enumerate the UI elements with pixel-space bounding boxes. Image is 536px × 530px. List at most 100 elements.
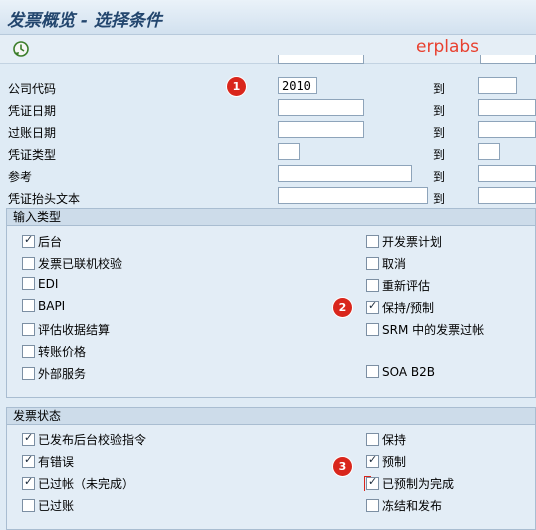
checkbox-hold-park[interactable]: 保持/预制 <box>366 299 434 315</box>
document-type-from-input[interactable] <box>278 143 300 160</box>
document-date-label: 凭证日期 <box>8 104 57 118</box>
checkbox-box[interactable] <box>22 277 35 290</box>
checkbox-box[interactable] <box>366 453 379 468</box>
checkbox-box[interactable] <box>22 453 35 468</box>
checkbox-srm-invoice-posting[interactable]: SRM 中的发票过帐 <box>366 321 484 337</box>
checkbox-external-services[interactable]: 外部服务 <box>22 365 86 381</box>
field-row-document-date: 凭证日期 到 <box>0 98 536 119</box>
annotation-badge-1: 1 <box>227 77 246 96</box>
field-row-document-type: 凭证类型 到 <box>0 142 536 163</box>
checkbox-revaluation[interactable]: 重新评估 <box>366 277 430 293</box>
checkbox-soa-b2b[interactable]: SOA B2B <box>366 365 435 381</box>
header-text-to-input[interactable] <box>478 187 536 204</box>
cut-off-field-row <box>0 55 536 65</box>
checkbox-label: 开发票计划 <box>382 235 443 249</box>
reference-from-input[interactable] <box>278 165 412 182</box>
checkbox-parked[interactable]: 预制 <box>366 453 406 469</box>
checkbox-box[interactable] <box>22 323 35 336</box>
checkbox-label: 外部服务 <box>38 367 87 381</box>
checkbox-online-verified[interactable]: 发票已联机校验 <box>22 255 122 271</box>
checkbox-label: 已过账 <box>38 499 75 513</box>
field-row-reference: 参考 到 <box>0 164 536 185</box>
checkbox-label: 已预制为完成 <box>382 477 455 491</box>
checkbox-transfer-price[interactable]: 转账价格 <box>22 343 86 359</box>
company-code-to-input[interactable] <box>478 77 517 94</box>
checkbox-label: 评估收据结算 <box>38 323 111 337</box>
checkbox-box[interactable] <box>366 365 379 378</box>
cut-off-from-input[interactable] <box>278 55 364 64</box>
invoice-status-header: 发票状态 <box>7 408 535 425</box>
checkbox-blocked-and-released[interactable]: 冻结和发布 <box>366 497 442 513</box>
annotation-badge-2: 2 <box>333 298 352 317</box>
annotation-badge-3: 3 <box>333 457 352 476</box>
header-text-label: 凭证抬头文本 <box>8 192 81 206</box>
watermark-text: erplabs <box>416 37 480 57</box>
field-row-posting-date: 过账日期 到 <box>0 120 536 141</box>
checkbox-box[interactable] <box>366 323 379 336</box>
invoice-status-group: 发票状态 <box>6 407 536 530</box>
checkbox-label: 冻结和发布 <box>382 499 443 513</box>
field-row-company-code: 公司代码 2010 到 <box>0 76 536 97</box>
reference-to-input[interactable] <box>478 165 536 182</box>
document-date-from-input[interactable] <box>278 99 364 116</box>
checkbox-edi[interactable]: EDI <box>22 277 58 293</box>
checkbox-released-for-verification[interactable]: 已发布后台校验指令 <box>22 431 146 447</box>
company-code-from-input[interactable]: 2010 <box>278 77 317 94</box>
checkbox-parked-complete[interactable]: 已预制为完成 <box>366 475 454 491</box>
checkbox-box[interactable] <box>366 279 379 292</box>
checkbox-posted[interactable]: 已过账 <box>22 497 74 513</box>
document-type-label: 凭证类型 <box>8 148 57 162</box>
checkbox-box[interactable] <box>22 233 35 248</box>
checkbox-box[interactable] <box>22 431 35 446</box>
checkbox-label: 预制 <box>382 455 407 469</box>
checkbox-label: 已过帐（未完成） <box>38 477 135 491</box>
checkbox-label: 保持/预制 <box>382 301 435 315</box>
reference-label: 参考 <box>8 170 33 184</box>
checkbox-invoicing-plan[interactable]: 开发票计划 <box>366 233 442 249</box>
checkbox-box[interactable] <box>22 345 35 358</box>
checkbox-posted-incomplete[interactable]: 已过帐（未完成） <box>22 475 134 491</box>
header-text-to-label: 到 <box>433 192 446 206</box>
checkbox-label: 转账价格 <box>38 345 87 359</box>
checkbox-label: BAPI <box>38 299 66 313</box>
field-row-header-text: 凭证抬头文本 到 <box>0 186 536 207</box>
header-text-from-input[interactable] <box>278 187 428 204</box>
cut-off-to-input[interactable] <box>480 55 536 64</box>
checkbox-label: 后台 <box>38 235 63 249</box>
checkbox-box[interactable] <box>366 257 379 270</box>
checkbox-label: 发票已联机校验 <box>38 257 123 271</box>
checkbox-box[interactable] <box>366 235 379 248</box>
checkbox-label: 已发布后台校验指令 <box>38 433 147 447</box>
input-type-header: 输入类型 <box>7 209 535 226</box>
posting-date-label: 过账日期 <box>8 126 57 140</box>
document-type-to-label: 到 <box>433 148 446 162</box>
checkbox-held[interactable]: 保持 <box>366 431 406 447</box>
checkbox-label: 取消 <box>382 257 407 271</box>
posting-date-from-input[interactable] <box>278 121 364 138</box>
checkbox-with-errors[interactable]: 有错误 <box>22 453 74 469</box>
posting-date-to-input[interactable] <box>478 121 536 138</box>
checkbox-box[interactable] <box>366 499 379 512</box>
checkbox-label: SRM 中的发票过帐 <box>382 323 485 337</box>
checkbox-backend[interactable]: 后台 <box>22 233 62 249</box>
company-code-label: 公司代码 <box>8 82 57 96</box>
checkbox-box[interactable] <box>22 299 35 312</box>
checkbox-ers[interactable]: 评估收据结算 <box>22 321 110 337</box>
checkbox-box[interactable] <box>366 299 379 314</box>
company-code-to-label: 到 <box>433 82 446 96</box>
checkbox-box[interactable] <box>22 475 35 490</box>
checkbox-label: SOA B2B <box>382 365 435 379</box>
checkbox-label: EDI <box>38 277 59 291</box>
page-title: 发票概览 - 选择条件 <box>7 11 162 31</box>
checkbox-label: 保持 <box>382 433 407 447</box>
checkbox-label: 重新评估 <box>382 279 431 293</box>
checkbox-bapi[interactable]: BAPI <box>22 299 65 315</box>
checkbox-box[interactable] <box>366 433 379 446</box>
document-type-to-input[interactable] <box>478 143 500 160</box>
checkbox-box[interactable] <box>22 499 35 512</box>
checkbox-cancel[interactable]: 取消 <box>366 255 406 271</box>
checkbox-box[interactable] <box>22 367 35 380</box>
document-date-to-input[interactable] <box>478 99 536 116</box>
reference-to-label: 到 <box>433 170 446 184</box>
checkbox-box[interactable] <box>22 257 35 270</box>
